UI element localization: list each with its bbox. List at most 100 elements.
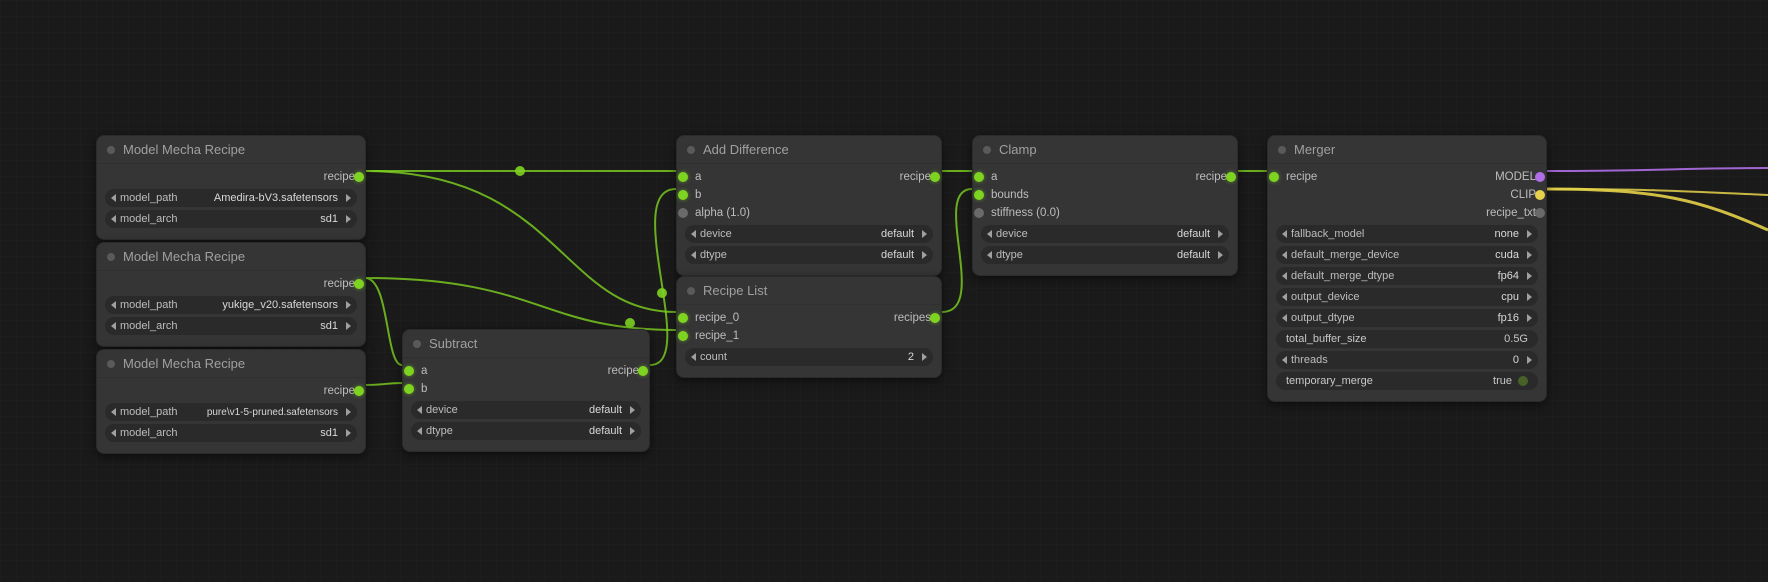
chevron-right-icon[interactable] (1218, 251, 1223, 259)
port-dot-icon[interactable] (1535, 172, 1545, 182)
field-count[interactable]: count 2 (685, 348, 933, 366)
field-model-arch[interactable]: model_arch sd1 (105, 210, 357, 228)
chevron-right-icon[interactable] (1527, 251, 1532, 259)
field-model-arch[interactable]: model_arch sd1 (105, 317, 357, 335)
port-dot-icon[interactable] (1269, 172, 1279, 182)
port-dot-icon[interactable] (974, 190, 984, 200)
node-header[interactable]: Add Difference (677, 136, 941, 164)
port-dot-icon[interactable] (1226, 172, 1236, 182)
chevron-left-icon[interactable] (1282, 314, 1287, 322)
node-recipe-list[interactable]: Recipe List recipe_0 recipes recipe_1 co… (676, 276, 942, 378)
port-dot-icon[interactable] (678, 331, 688, 341)
port-dot-icon[interactable] (678, 172, 688, 182)
field-model-path[interactable]: model_path pure\v1-5-pruned.safetensors (105, 403, 357, 421)
input-port-b[interactable]: b (683, 186, 935, 204)
field-model-path[interactable]: model_path Amedira-bV3.safetensors (105, 189, 357, 207)
output-port-recipe[interactable]: recipe (103, 382, 359, 400)
port-dot-icon[interactable] (354, 172, 364, 182)
chevron-left-icon[interactable] (111, 301, 116, 309)
field-dtype[interactable]: dtype default (981, 246, 1229, 264)
field-total-buffer-size[interactable]: total_buffer_size 0.5G (1276, 330, 1538, 348)
field-output-device[interactable]: output_device cpu (1276, 288, 1538, 306)
field-device[interactable]: device default (685, 225, 933, 243)
output-port-recipe-txt[interactable]: recipe_txt (1274, 204, 1540, 222)
field-dtype[interactable]: dtype default (685, 246, 933, 264)
chevron-left-icon[interactable] (1282, 356, 1287, 364)
chevron-right-icon[interactable] (630, 427, 635, 435)
node-header[interactable]: Model Mecha Recipe (97, 136, 365, 164)
field-default-merge-device[interactable]: default_merge_device cuda (1276, 246, 1538, 264)
node-header[interactable]: Model Mecha Recipe (97, 243, 365, 271)
chevron-right-icon[interactable] (346, 322, 351, 330)
field-device[interactable]: device default (981, 225, 1229, 243)
chevron-left-icon[interactable] (691, 251, 696, 259)
node-add-difference[interactable]: Add Difference a recipe b alpha (1.0) de… (676, 135, 942, 276)
port-dot-icon[interactable] (974, 172, 984, 182)
field-output-dtype[interactable]: output_dtype fp16 (1276, 309, 1538, 327)
chevron-right-icon[interactable] (346, 194, 351, 202)
chevron-left-icon[interactable] (1282, 230, 1287, 238)
chevron-left-icon[interactable] (111, 322, 116, 330)
port-dot-icon[interactable] (638, 366, 648, 376)
chevron-left-icon[interactable] (1282, 272, 1287, 280)
node-model-mecha-recipe-3[interactable]: Model Mecha Recipe recipe model_path pur… (96, 349, 366, 454)
chevron-right-icon[interactable] (1218, 230, 1223, 238)
port-dot-icon[interactable] (678, 208, 688, 218)
chevron-left-icon[interactable] (1282, 251, 1287, 259)
port-dot-icon[interactable] (678, 190, 688, 200)
port-dot-icon[interactable] (354, 279, 364, 289)
chevron-right-icon[interactable] (346, 429, 351, 437)
input-port-stiffness[interactable]: stiffness (0.0) (979, 204, 1231, 222)
input-port-recipe-1[interactable]: recipe_1 (683, 327, 935, 345)
chevron-left-icon[interactable] (987, 230, 992, 238)
input-port-alpha[interactable]: alpha (1.0) (683, 204, 935, 222)
input-port-b[interactable]: b (409, 380, 643, 398)
chevron-left-icon[interactable] (987, 251, 992, 259)
port-dot-icon[interactable] (1535, 208, 1545, 218)
node-header[interactable]: Clamp (973, 136, 1237, 164)
port-dot-icon[interactable] (930, 172, 940, 182)
port-dot-icon[interactable] (974, 208, 984, 218)
node-model-mecha-recipe-2[interactable]: Model Mecha Recipe recipe model_path yuk… (96, 242, 366, 347)
node-header[interactable]: Model Mecha Recipe (97, 350, 365, 378)
chevron-right-icon[interactable] (922, 230, 927, 238)
node-header[interactable]: Recipe List (677, 277, 941, 305)
chevron-right-icon[interactable] (630, 406, 635, 414)
port-dot-icon[interactable] (354, 386, 364, 396)
field-threads[interactable]: threads 0 (1276, 351, 1538, 369)
chevron-right-icon[interactable] (1527, 293, 1532, 301)
port-dot-icon[interactable] (930, 313, 940, 323)
field-fallback-model[interactable]: fallback_model none (1276, 225, 1538, 243)
chevron-right-icon[interactable] (346, 301, 351, 309)
chevron-right-icon[interactable] (1527, 272, 1532, 280)
toggle-icon[interactable] (1518, 376, 1528, 386)
port-dot-icon[interactable] (678, 313, 688, 323)
chevron-left-icon[interactable] (111, 215, 116, 223)
chevron-left-icon[interactable] (1282, 293, 1287, 301)
chevron-left-icon[interactable] (111, 194, 116, 202)
field-dtype[interactable]: dtype default (411, 422, 641, 440)
chevron-right-icon[interactable] (346, 408, 351, 416)
chevron-right-icon[interactable] (1527, 314, 1532, 322)
port-dot-icon[interactable] (404, 366, 414, 376)
input-port-bounds[interactable]: bounds (979, 186, 1231, 204)
chevron-left-icon[interactable] (417, 427, 422, 435)
chevron-left-icon[interactable] (691, 230, 696, 238)
chevron-right-icon[interactable] (922, 251, 927, 259)
chevron-left-icon[interactable] (417, 406, 422, 414)
field-temporary-merge[interactable]: temporary_merge true (1276, 372, 1538, 390)
output-port-recipe[interactable]: recipe (103, 168, 359, 186)
chevron-right-icon[interactable] (1527, 356, 1532, 364)
field-default-merge-dtype[interactable]: default_merge_dtype fp64 (1276, 267, 1538, 285)
node-clamp[interactable]: Clamp a recipe bounds stiffness (0.0) de… (972, 135, 1238, 276)
field-model-path[interactable]: model_path yukige_v20.safetensors (105, 296, 357, 314)
field-device[interactable]: device default (411, 401, 641, 419)
output-port-clip[interactable]: CLIP (1274, 186, 1540, 204)
node-subtract[interactable]: Subtract a recipe b device default dtype… (402, 329, 650, 452)
chevron-right-icon[interactable] (922, 353, 927, 361)
node-merger[interactable]: Merger recipe MODEL CLIP recipe_txt fall… (1267, 135, 1547, 402)
chevron-right-icon[interactable] (346, 215, 351, 223)
output-port-recipe[interactable]: recipe (103, 275, 359, 293)
node-model-mecha-recipe-1[interactable]: Model Mecha Recipe recipe model_path Ame… (96, 135, 366, 240)
field-model-arch[interactable]: model_arch sd1 (105, 424, 357, 442)
